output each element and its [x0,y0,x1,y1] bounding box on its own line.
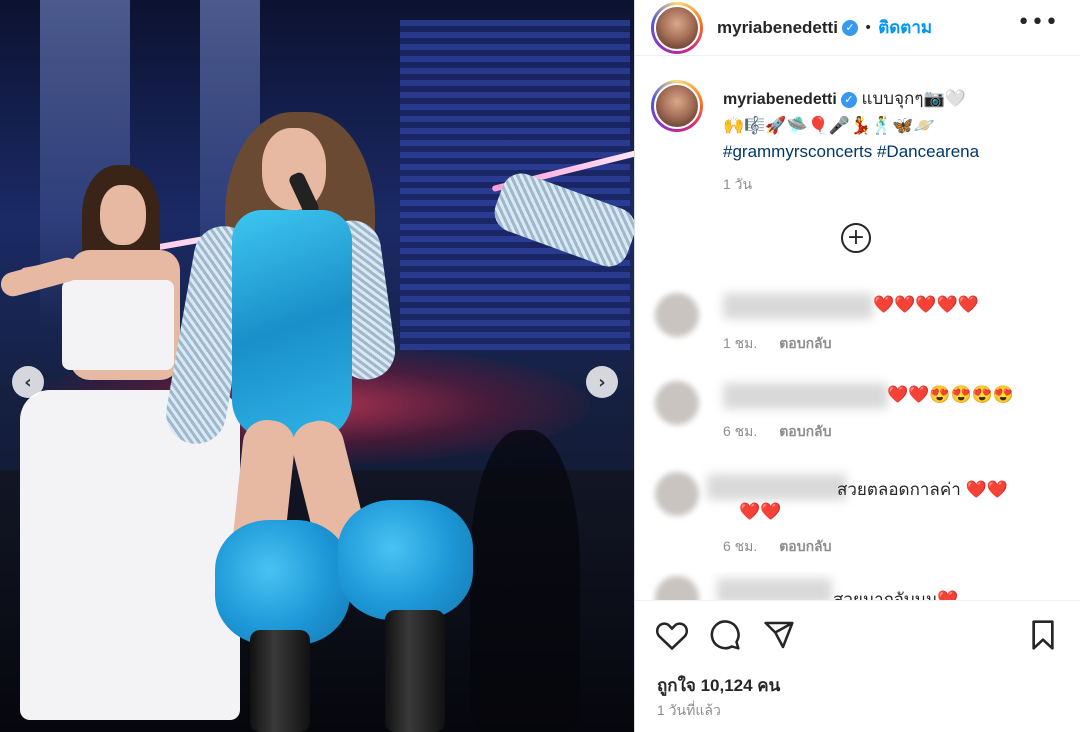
boot [385,610,445,732]
post-header: myriabenedetti ✓ • ติดตาม ••• [635,0,1080,56]
paper-plane-icon[interactable] [763,619,795,655]
comment-avatar[interactable] [655,381,699,425]
comment-time: 6 ชม. [723,423,758,439]
comment-text: ❤️❤️❤️❤️❤️ [873,295,979,314]
reply-button[interactable]: ตอบกลับ [779,423,831,439]
comment-avatar[interactable] [655,293,699,337]
caption-timestamp: 1 วัน [723,176,753,192]
caption-hashtags[interactable]: #grammyrsconcerts #Dancearena [723,139,1063,165]
chevron-left-icon: ‹ [24,371,32,393]
comment-text: ❤️❤️😍😍😍😍 [887,385,1015,404]
verified-badge-icon: ✓ [840,91,857,108]
verified-badge-icon: ✓ [841,19,858,36]
chevron-right-icon: › [598,371,606,393]
feather-boot-trim [215,520,350,645]
next-photo-button[interactable]: › [586,366,618,398]
audience-silhouette [470,430,580,730]
caption-username[interactable]: myriabenedetti [723,91,837,108]
caption-emojis: 🙌🎼🚀🛸🎈🎤💃🕺🦋🪐 [723,116,935,135]
plus-icon: + [846,225,866,250]
blurred-username [723,293,873,319]
comment-icon[interactable] [709,619,741,655]
bookmark-icon[interactable] [1029,619,1057,655]
comment-meta: 1 ชม. ตอบกลับ [723,333,850,355]
comment-item: ❤️❤️😍😍😍😍 6 ชม. ตอบกลับ [651,373,1071,453]
like-count[interactable]: ถูกใจ 10,124 คน [657,672,780,699]
previous-photo-button[interactable]: ‹ [12,366,44,398]
feather-boot-trim [338,500,473,620]
comment-time: 1 ชม. [723,335,758,351]
separator-dot: • [863,19,873,36]
dancer-face [100,185,146,245]
follow-button[interactable]: ติดตาม [878,14,932,41]
comment-item: สวยมากจับมม❤️ [651,572,1071,600]
action-bar [635,600,1080,670]
blurred-username [723,383,888,409]
comment-item: สวยตลอดกาลค่า ❤️❤️ ❤️❤️ 6 ชม. ตอบกลับ [651,466,1071,566]
post-timestamp: 1 วันที่แล้ว [657,702,721,718]
caption-line: myriabenedetti ✓ แบบจุกๆ📷🤍 [723,86,1063,113]
comment-meta: 6 ชม. ตอบกลับ [723,421,850,443]
singer-face [262,128,326,210]
comment-avatar[interactable] [655,576,699,600]
caption-avatar[interactable] [651,80,703,132]
comment-item: ❤️❤️❤️❤️❤️ 1 ชม. ตอบกลับ [651,285,1071,365]
comment-meta: 6 ชม. ตอบกลับ [723,536,850,558]
load-more-comments-button[interactable]: + [841,223,871,253]
comment-text: สวยมากจับมม❤️ [833,590,959,600]
reply-button[interactable]: ตอบกลับ [779,335,831,351]
avatar[interactable] [651,1,703,54]
comment-avatar[interactable] [655,472,699,516]
comment-text: สวยตลอดกาลค่า ❤️❤️ [837,480,1008,499]
singer-outfit [232,210,352,440]
header-user: myriabenedetti ✓ • ติดตาม [717,14,932,41]
heart-icon[interactable] [655,619,689,655]
blurred-username [707,474,847,500]
post-side-panel: myriabenedetti ✓ • ติดตาม ••• myriabened… [634,0,1080,732]
dancer-top [62,280,174,370]
caption-text: แบบจุกๆ📷🤍 [861,89,966,108]
post-photo[interactable]: ‹ › [0,0,634,732]
caption-body: myriabenedetti ✓ แบบจุกๆ📷🤍 🙌🎼🚀🛸🎈🎤💃🕺🦋🪐 #gr… [723,86,1063,197]
avatar-image [654,4,700,51]
username-link[interactable]: myriabenedetti [717,18,838,38]
avatar-image [654,83,700,129]
reply-button[interactable]: ตอบกลับ [779,538,831,554]
comment-text-continued: ❤️❤️ [739,502,782,521]
blurred-username [717,578,832,600]
boot [250,630,310,732]
comment-time: 6 ชม. [723,538,758,554]
more-options-icon[interactable]: ••• [1017,10,1059,35]
